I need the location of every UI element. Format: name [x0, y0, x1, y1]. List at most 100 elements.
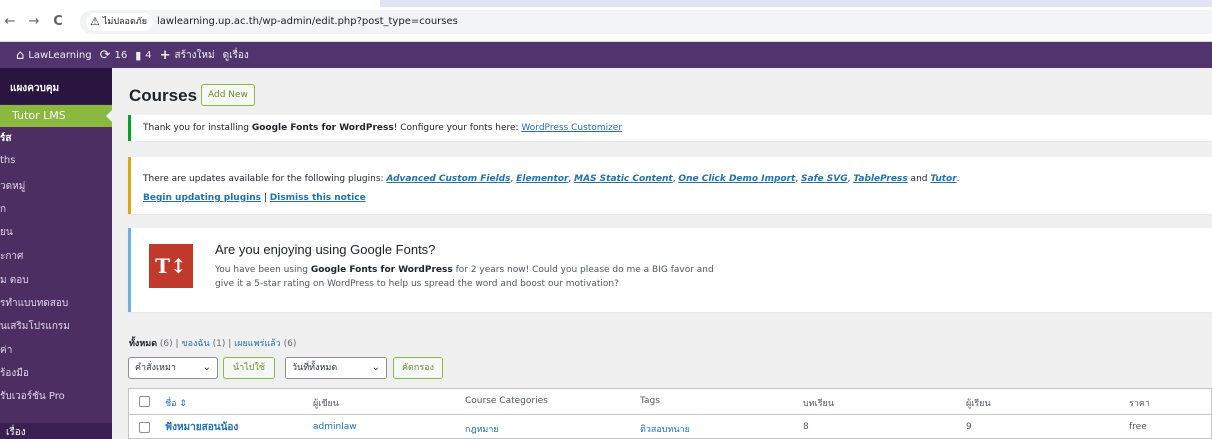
select-all-checkbox[interactable]: [139, 396, 150, 407]
submenu-item[interactable]: นเสริมโปรแกรม: [0, 319, 70, 334]
customizer-link[interactable]: WordPress Customizer: [521, 123, 622, 133]
tutor-lms-label: Tutor LMS: [12, 109, 66, 122]
comments-link[interactable]: ▮ 4: [135, 50, 151, 61]
plugin-link[interactable]: MAS Static Content: [574, 174, 673, 184]
plus-icon: +: [159, 47, 171, 63]
plugin-link[interactable]: One Click Demo Import: [678, 174, 795, 184]
new-content-link[interactable]: + สร้างใหม่: [160, 48, 215, 63]
filter-published[interactable]: เผยแพร่แล้ว: [234, 339, 281, 349]
submenu-item[interactable]: รับเวอร์ชัน Pro: [0, 389, 65, 404]
dismiss-notice-link[interactable]: Dismiss this notice: [270, 193, 366, 203]
plugin-link[interactable]: TablePress: [853, 174, 907, 184]
bulk-action-select[interactable]: คำสั่งเหมา ⌄: [128, 357, 218, 379]
begin-updating-link[interactable]: Begin updating plugins: [143, 193, 261, 203]
back-icon[interactable]: ←: [2, 14, 18, 30]
category-link[interactable]: กฎหมาย: [465, 425, 499, 435]
url-text[interactable]: lawlearning.up.ac.th/wp-admin/edit.php?p…: [157, 14, 458, 30]
bulk-action-value: คำสั่งเหมา: [135, 363, 176, 373]
review-text: You have been using: [215, 265, 311, 275]
course-title-cell: ฟังหมายสอนน้อง: [165, 420, 238, 435]
admin-sidebar: แผงควบคุม Tutor LMS ร์ส ths วดหมู่ ก ยน …: [0, 68, 112, 439]
tag-link[interactable]: ติวสอบทนาย: [640, 425, 690, 435]
chevron-down-icon: ⌄: [371, 362, 380, 373]
sidebar-dashboard[interactable]: แผงควบคุม: [0, 68, 112, 104]
apply-button[interactable]: นำไปใช้: [223, 357, 275, 379]
plugin-link[interactable]: Advanced Custom Fields: [386, 174, 510, 184]
review-request-notice: T↕ Are you enjoying using Google Fonts? …: [128, 228, 1212, 312]
sidebar-item-posts[interactable]: เรื่อง: [0, 423, 112, 439]
sort-icon: ⇕: [179, 399, 187, 409]
author-cell: adminlaw: [313, 422, 357, 432]
sidebar-submenu: ร์ส ths วดหมู่ ก ยน ะกาศ ม ตอบ รทำแบบทดส…: [0, 127, 112, 431]
new-label: สร้างใหม่: [174, 49, 215, 61]
page-title: Courses: [129, 86, 198, 105]
browser-toolbar: ← → C ⚠ ไม่ปลอดภัย lawlearning.up.ac.th/…: [0, 0, 1212, 42]
filter-count: (6): [283, 339, 297, 349]
tags-cell: ติวสอบทนาย: [640, 422, 690, 436]
comment-icon: ▮: [135, 48, 142, 62]
google-fonts-logo-icon: T↕: [149, 244, 193, 288]
date-filter-select[interactable]: วันที่ทั้งหมด ⌄: [285, 357, 387, 379]
students-cell: 9: [966, 422, 972, 432]
fonts-installed-notice: Thank you for installing Google Fonts fo…: [128, 115, 1212, 141]
plugin-link[interactable]: Elementor: [516, 174, 568, 184]
view-link[interactable]: ดูเรื่อง: [223, 48, 249, 63]
home-icon: ⌂: [16, 47, 25, 63]
address-bar[interactable]: ⚠ ไม่ปลอดภัย lawlearning.up.ac.th/wp-adm…: [80, 10, 1212, 34]
review-plugin-name: Google Fonts for WordPress: [310, 265, 453, 275]
filter-mine[interactable]: ของฉัน: [181, 339, 209, 349]
plugin-link[interactable]: Safe SVG: [801, 174, 848, 184]
filter-all[interactable]: ทั้งหมด: [129, 339, 157, 349]
course-title-link[interactable]: ฟังหมายสอนน้อง: [165, 422, 238, 433]
row-checkbox[interactable]: [139, 422, 150, 433]
review-text: for 2 years now! Could you please do me …: [452, 265, 714, 275]
author-link[interactable]: adminlaw: [313, 422, 357, 432]
warning-icon: ⚠: [90, 15, 100, 28]
chevron-down-icon: ⌄: [202, 362, 211, 373]
notice-text: Thank you for installing: [143, 123, 252, 133]
security-label: ไม่ปลอดภัย: [102, 17, 148, 27]
submenu-item[interactable]: รทำแบบทดสอบ: [0, 296, 68, 311]
submenu-item[interactable]: ะกาศ: [0, 249, 23, 264]
submenu-item[interactable]: ม ตอบ: [0, 273, 29, 288]
column-author: ผู้เขียน: [313, 399, 339, 409]
admin-bar: ⌂ LawLearning ⟳ 16 ▮ 4 + สร้างใหม่ ดูเรื…: [0, 42, 1212, 68]
plugin-updates-notice: There are updates available for the foll…: [128, 157, 1212, 214]
submenu-item[interactable]: ร์ส: [0, 131, 11, 146]
column-lessons: บทเรียน: [803, 399, 834, 409]
column-tags: Tags: [640, 396, 660, 406]
table-header: ชื่อ ⇕ ผู้เขียน Course Categories Tags บ…: [129, 389, 1211, 415]
submenu-item[interactable]: ค่า: [0, 343, 12, 358]
review-text: give it a 5-star rating on WordPress to …: [215, 279, 619, 289]
sidebar-item-tutor-lms[interactable]: Tutor LMS: [0, 105, 112, 127]
notice-plugin-name: Google Fonts for WordPress: [251, 123, 394, 133]
column-categories: Course Categories: [465, 396, 548, 406]
column-title[interactable]: ชื่อ ⇕: [165, 396, 187, 410]
submenu-item[interactable]: ร้องมือ: [0, 366, 29, 381]
main-content: Courses Add New Thank you for installing…: [112, 68, 1212, 439]
filter-count: (6): [159, 339, 173, 349]
courses-table: ชื่อ ⇕ ผู้เขียน Course Categories Tags บ…: [128, 388, 1212, 439]
separator: |: [261, 193, 270, 203]
forward-icon[interactable]: →: [26, 14, 42, 30]
submenu-item[interactable]: วดหมู่: [0, 179, 25, 194]
plugin-link[interactable]: Tutor: [930, 174, 956, 184]
security-chip[interactable]: ⚠ ไม่ปลอดภัย: [86, 13, 154, 31]
site-name-link[interactable]: ⌂ LawLearning: [16, 49, 92, 62]
notice-text: and: [907, 174, 931, 184]
reload-icon[interactable]: C: [50, 14, 66, 30]
submenu-item[interactable]: ths: [0, 155, 15, 166]
table-row: ฟังหมายสอนน้อง adminlaw กฎหมาย ติวสอบทนา…: [129, 415, 1211, 439]
submenu-item[interactable]: ก: [0, 202, 6, 217]
posts-label: เรื่อง: [6, 427, 26, 438]
lessons-cell: 8: [803, 422, 809, 432]
updates-link[interactable]: ⟳ 16: [100, 49, 128, 62]
filter-button[interactable]: คัดกรอง: [393, 357, 443, 379]
filter-count: (1): [212, 339, 226, 349]
price-cell: free: [1129, 422, 1147, 432]
add-new-button[interactable]: Add New: [201, 84, 255, 106]
category-cell: กฎหมาย: [465, 422, 499, 436]
tab-strip: [0, 0, 1212, 7]
active-tab[interactable]: [0, 0, 380, 7]
submenu-item[interactable]: ยน: [0, 225, 13, 240]
